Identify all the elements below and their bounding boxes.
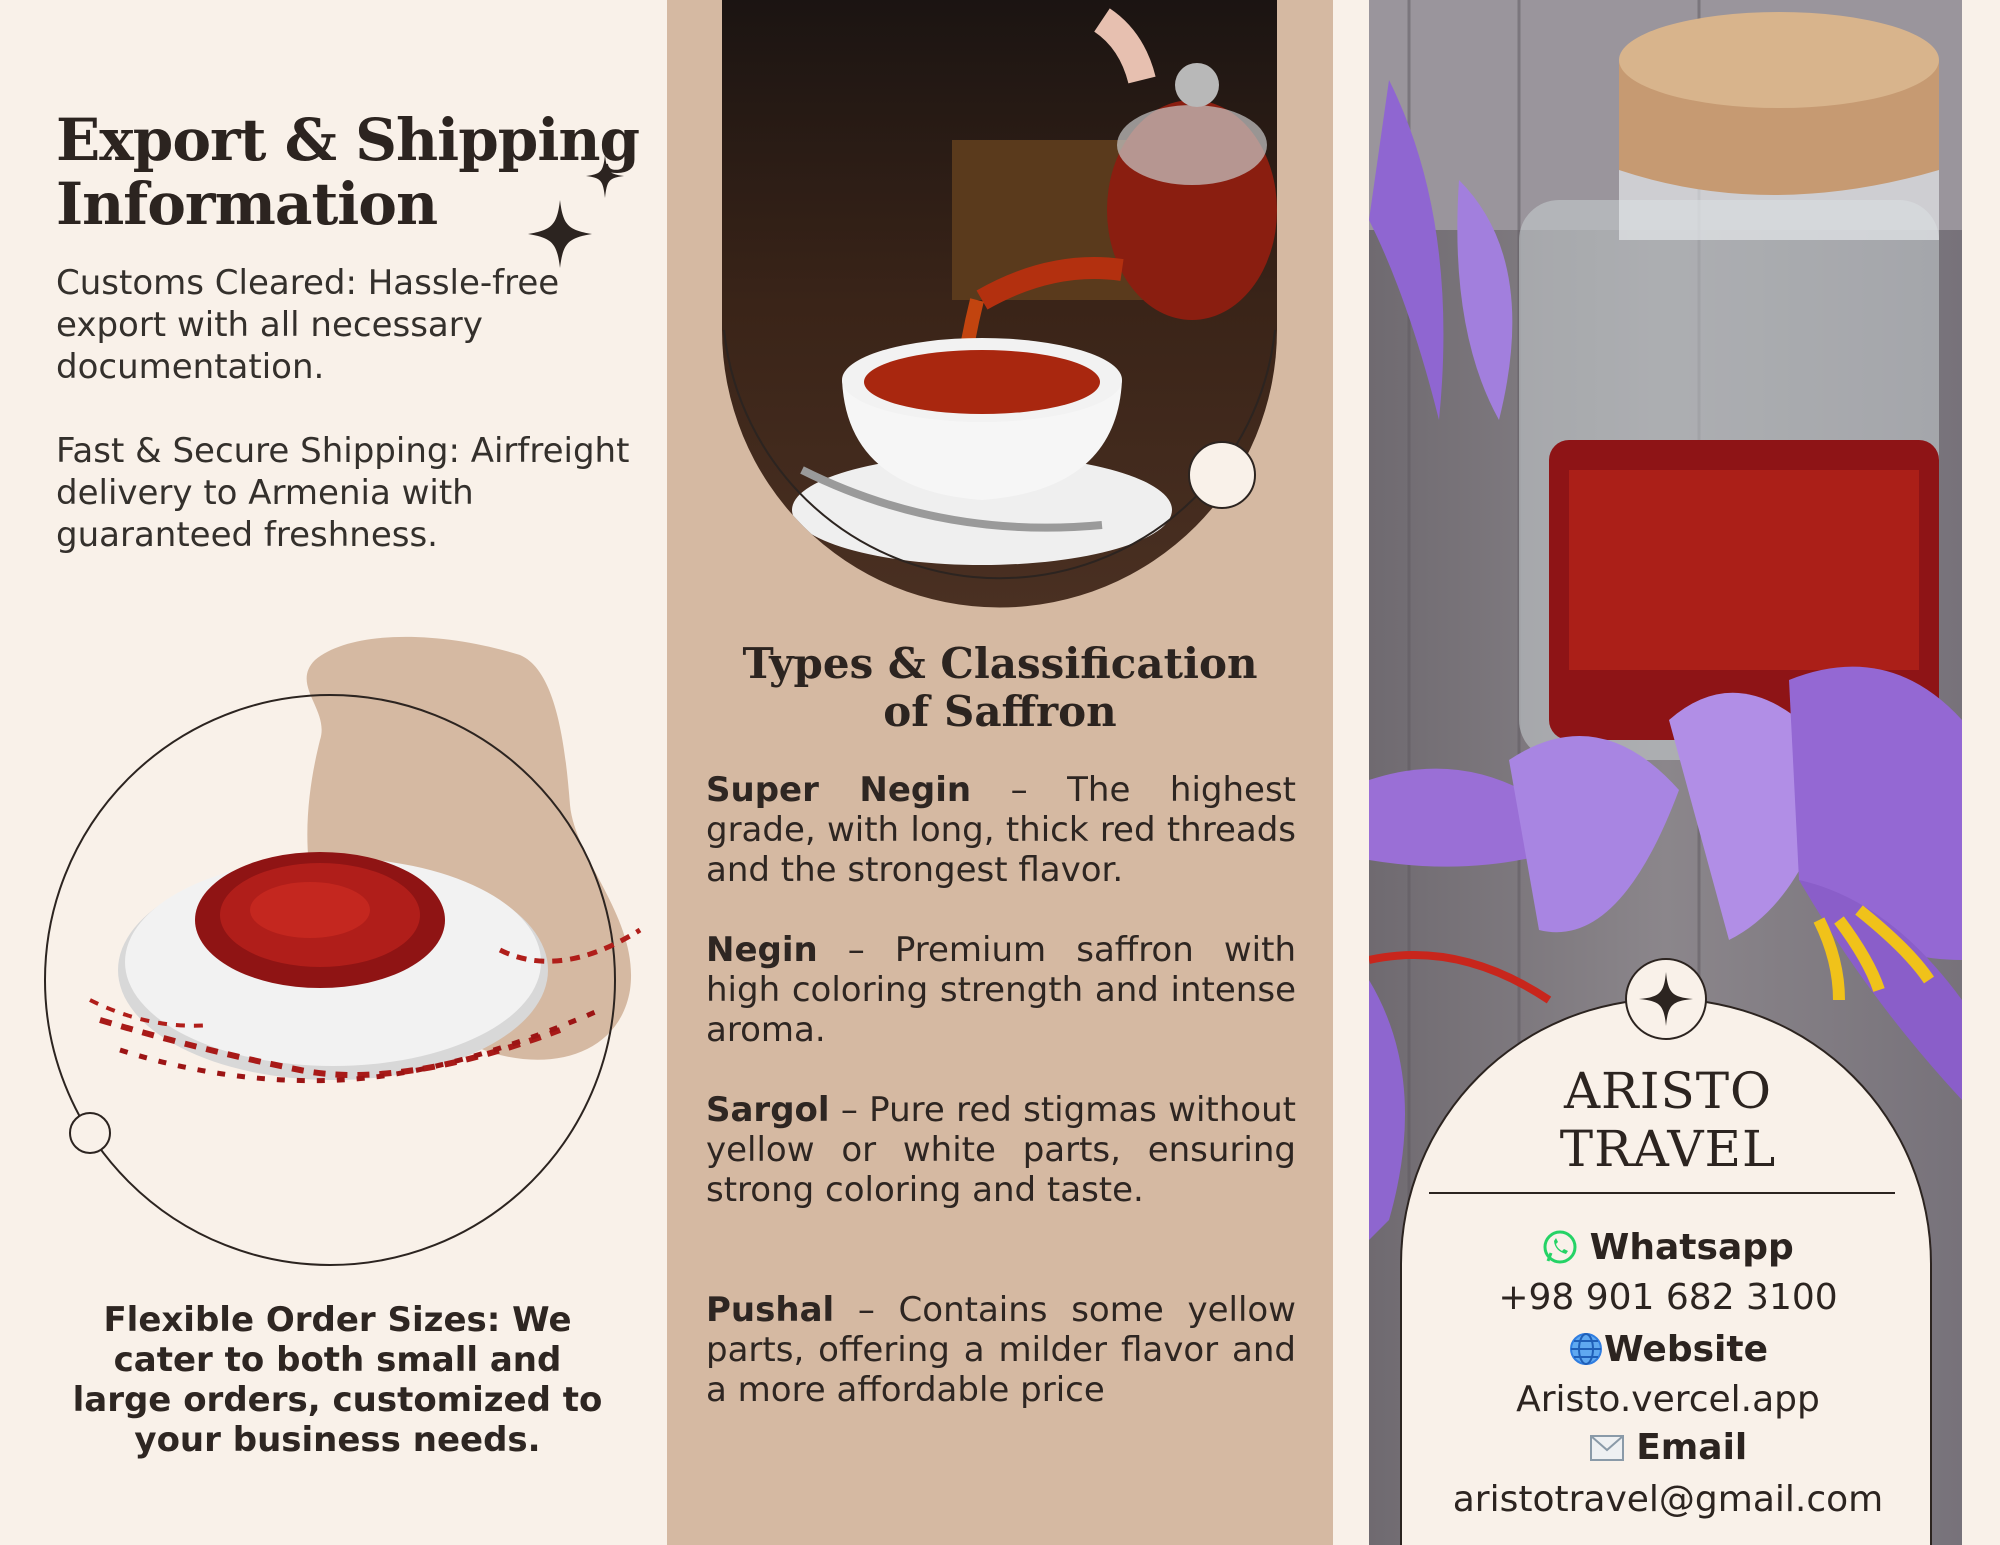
type-negin: Negin – Premium saffron with high colori… xyxy=(706,930,1296,1050)
email-label: Email xyxy=(1636,1427,1748,1468)
sparkle-star-icon xyxy=(528,155,624,268)
customs-cleared-text: Customs Cleared: Hassle-free export with… xyxy=(56,263,560,387)
divider xyxy=(1429,1192,1895,1194)
whatsapp-number[interactable]: +98 901 682 3100 xyxy=(1402,1276,1934,1320)
website-label-row: Website xyxy=(1402,1328,1934,1372)
contact-card: ARISTO TRAVEL Whatsapp +98 901 682 3100 … xyxy=(1400,998,1932,1545)
title-line-2: Information xyxy=(56,170,438,238)
saffron-tea-image xyxy=(722,0,1277,608)
types-title-line-1: Types & Classification xyxy=(742,639,1258,688)
type-name: Pushal xyxy=(706,1290,835,1330)
middle-panel: Types & Classification of Saffron Super … xyxy=(667,0,1333,1545)
right-margin-stripe xyxy=(1962,0,2000,1545)
types-classification-title: Types & Classification of Saffron xyxy=(667,640,1333,736)
email-link[interactable]: aristotravel@gmail.com xyxy=(1402,1478,1934,1522)
flexible-order-text: Flexible Order Sizes: We cater to both s… xyxy=(72,1300,603,1460)
brand-line-1: ARISTO xyxy=(1563,1062,1773,1120)
website-link[interactable]: Aristo.vercel.app xyxy=(1402,1378,1934,1422)
type-name: Super Negin xyxy=(706,770,972,810)
shipping-text: Fast & Secure Shipping: Airfreight deliv… xyxy=(56,431,630,555)
whatsapp-label: Whatsapp xyxy=(1589,1227,1794,1268)
type-name: Sargol xyxy=(706,1090,830,1130)
type-super-negin: Super Negin – The highest grade, with lo… xyxy=(706,770,1296,890)
type-pushal: Pushal – Contains some yellow parts, off… xyxy=(706,1290,1296,1410)
star-badge-icon xyxy=(1639,972,1693,1026)
type-name: Negin xyxy=(706,930,818,970)
left-panel: Export & Shipping Information Customs Cl… xyxy=(0,0,667,1545)
types-title-line-2: of Saffron xyxy=(883,687,1117,736)
saffron-plate-image xyxy=(44,636,642,1266)
type-sargol: Sargol – Pure red stigmas without yellow… xyxy=(706,1090,1296,1210)
star-badge xyxy=(1625,958,1707,1040)
middle-gutter xyxy=(1333,0,1369,1545)
brand-line-2: TRAVEL xyxy=(1559,1120,1777,1178)
globe-icon xyxy=(1569,1333,1602,1365)
email-label-row: Email xyxy=(1402,1426,1934,1470)
envelope-icon xyxy=(1589,1435,1624,1461)
whatsapp-label-row: Whatsapp xyxy=(1402,1226,1934,1270)
whatsapp-icon xyxy=(1543,1230,1577,1264)
brand-name: ARISTO TRAVEL xyxy=(1402,1062,1934,1178)
website-label: Website xyxy=(1603,1329,1768,1370)
